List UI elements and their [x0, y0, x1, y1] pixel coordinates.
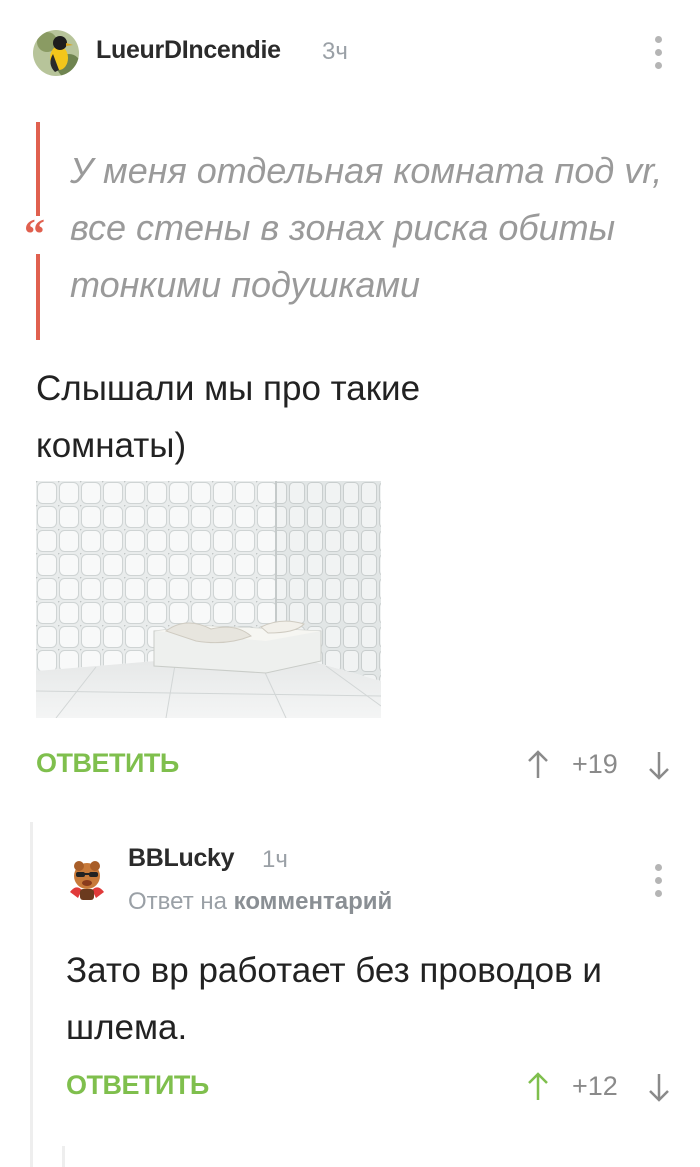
arrow-up-icon[interactable] — [527, 750, 549, 780]
quote-text: У меня отдельная комната под vr, все сте… — [70, 150, 663, 305]
comment-time: 3ч — [322, 38, 348, 65]
quote-icon: “ — [24, 212, 45, 258]
avatar-bblucky[interactable] — [64, 856, 110, 902]
nested-thread-line — [62, 1146, 65, 1167]
parent-comment-link[interactable]: комментарий — [234, 888, 393, 915]
reply-prefix: Ответ на — [128, 888, 227, 915]
avatar-lueurdincendie[interactable] — [33, 30, 79, 76]
username[interactable]: LueurDIncendie — [96, 36, 281, 65]
more-icon[interactable] — [653, 864, 663, 897]
comment-text: Зато вр работает без проводов и шлема. — [66, 951, 602, 1047]
rating: +12 — [572, 1071, 618, 1101]
arrow-down-icon[interactable] — [648, 1072, 670, 1102]
more-icon[interactable] — [653, 36, 663, 69]
reply-meta: Ответ на комментарий — [128, 888, 392, 916]
arrow-up-icon[interactable] — [527, 1072, 549, 1102]
comment-time: 1ч — [262, 846, 288, 873]
comment-text: Слышали мы про такие комнаты) — [36, 369, 421, 465]
padded-room-image[interactable] — [35, 481, 382, 719]
arrow-down-icon[interactable] — [648, 750, 670, 780]
rating: +19 — [572, 749, 618, 779]
thread-line — [30, 822, 33, 1167]
reply-button[interactable]: ОТВЕТИТЬ — [36, 748, 179, 779]
username[interactable]: BBLucky — [128, 844, 235, 873]
reply-button[interactable]: ОТВЕТИТЬ — [66, 1070, 209, 1101]
